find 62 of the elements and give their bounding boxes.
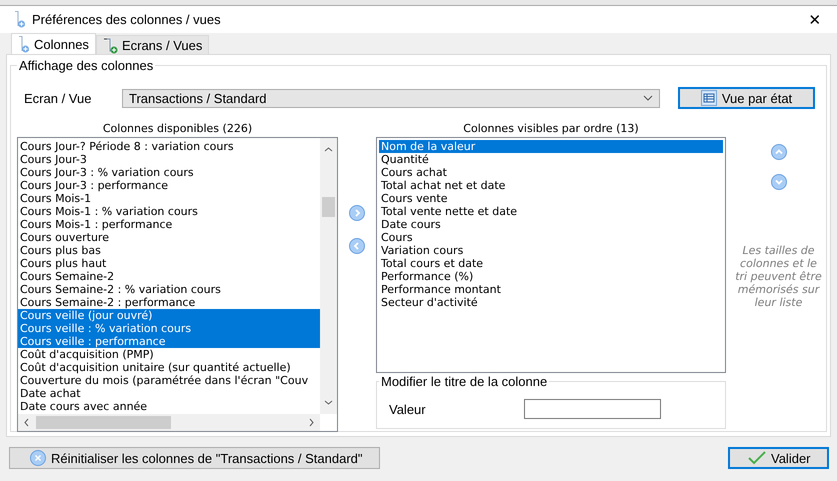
list-item[interactable]: Nom de la valeur [379, 140, 723, 153]
group-title: Affichage des colonnes [17, 58, 156, 73]
tab[interactable]: Ecrans / Vues [96, 35, 210, 54]
chevron-down-icon [643, 95, 653, 101]
list-item[interactable]: Date achat [18, 387, 321, 400]
view-dropdown[interactable]: Transactions / Standard [122, 88, 660, 108]
field-label: Ecran / Vue [24, 90, 92, 106]
list-item[interactable]: Performance (%) [379, 270, 723, 283]
list-item[interactable]: Cours plus haut [18, 257, 321, 270]
reset-button[interactable]: Réinitialiser les colonnes de "Transactions / Standard" [9, 447, 380, 469]
move-down-button[interactable] [770, 174, 786, 190]
list-item[interactable]: Secteur d'activité [379, 296, 723, 309]
list-item[interactable]: Coût d'acquisition unitaire (sur quantité actuelle) [18, 361, 321, 374]
value-input[interactable] [524, 399, 661, 419]
list-item[interactable]: Quantité [379, 153, 723, 166]
list-item[interactable]: Cours veille (jour ouvré) [18, 309, 321, 322]
available-columns-list[interactable] [17, 137, 338, 432]
window-title: Préférences des colonnes / vues [32, 12, 222, 27]
list-item[interactable]: Performance montant [379, 283, 723, 296]
list-item[interactable]: Cours Jour-3 : % variation cours [18, 166, 321, 179]
tab[interactable]: Colonnes [11, 33, 96, 54]
visible-columns-list[interactable] [376, 137, 726, 373]
move-up-button[interactable] [770, 144, 786, 160]
list-item[interactable]: Cours vente [379, 192, 723, 205]
list-item[interactable]: Cours veille : % variation cours [18, 322, 321, 335]
list-item[interactable]: Total cours et date [379, 257, 723, 270]
vertical-scrollbar[interactable] [320, 138, 337, 414]
list-item[interactable]: Cours achat [379, 166, 723, 179]
list-item[interactable]: Cours veille : performance [18, 335, 321, 348]
list-item[interactable]: Cours Mois-1 : % variation cours [18, 205, 321, 218]
validate-button[interactable]: Valider [728, 447, 829, 469]
check-icon [748, 451, 766, 465]
move-left-button[interactable] [349, 238, 365, 254]
field-label: Valeur [389, 402, 427, 416]
hint-text: Les tailles de colonnes et le tri peuvent être mémorisés sur leur liste [734, 244, 823, 309]
list-item[interactable]: Cours ouverture [18, 231, 321, 244]
group-title: Modifier le titre de la colonne [379, 374, 550, 389]
document-icon [14, 11, 26, 28]
list-title: Colonnes visibles par ordre (13) [462, 121, 640, 137]
list-item[interactable]: Couverture du mois (paramétrée dans l'écran "Couv [18, 374, 321, 387]
list-item[interactable]: Date cours [379, 218, 723, 231]
table-icon [700, 90, 717, 106]
state-view-button[interactable]: Vue par état [678, 87, 815, 109]
list-item[interactable]: Cours Mois-1 : performance [18, 218, 321, 231]
list-item[interactable]: Cours Jour-3 : performance [18, 179, 321, 192]
list-item[interactable]: Cours Semaine-2 : performance [18, 296, 321, 309]
list-item[interactable]: Total achat net et date [379, 179, 723, 192]
list-item[interactable]: Cours Jour-3 [18, 153, 321, 166]
list-title: Colonnes disponibles (226) [102, 121, 254, 137]
close-button[interactable]: ✕ [803, 10, 827, 28]
list-item[interactable]: Cours [379, 231, 723, 244]
list-item[interactable]: Cours Jour-? Période 8 : variation cours [18, 140, 321, 153]
list-item[interactable]: Cours Mois-1 [18, 192, 321, 205]
close-circle-icon [30, 450, 46, 466]
list-item[interactable]: Date cours avec année [18, 400, 321, 413]
list-item[interactable]: Total vente nette et date [379, 205, 723, 218]
list-item[interactable]: Coût d'acquisition (PMP) [18, 348, 321, 361]
list-item[interactable]: Cours plus bas [18, 244, 321, 257]
list-item[interactable]: Cours Semaine-2 [18, 270, 321, 283]
list-item[interactable]: Variation cours [379, 244, 723, 257]
list-item[interactable]: Cours Semaine-2 : % variation cours [18, 283, 321, 296]
move-right-button[interactable] [349, 205, 365, 221]
